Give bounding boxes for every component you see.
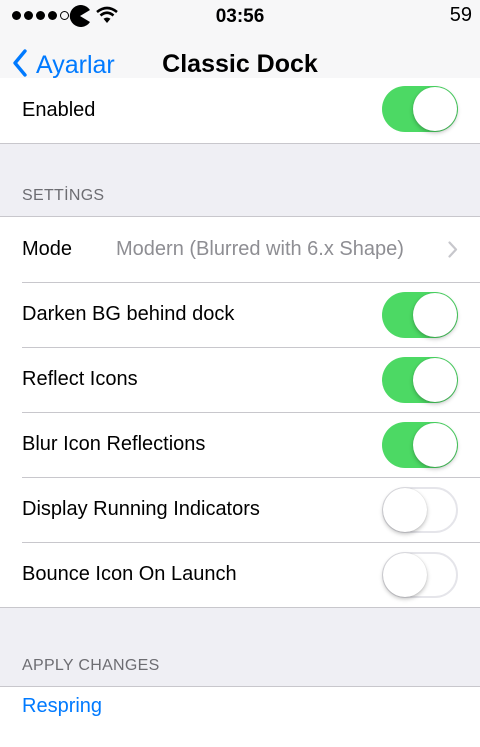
running-indicators-label: Display Running Indicators <box>22 498 260 520</box>
darken-bg-label: Darken BG behind dock <box>22 303 235 325</box>
battery-level: 59 <box>449 4 472 26</box>
status-bar: 03:56 59 <box>0 0 480 32</box>
status-time: 03:56 <box>215 6 265 27</box>
reflect-icons-toggle[interactable] <box>382 357 458 403</box>
darken-bg-toggle[interactable] <box>382 292 458 338</box>
settings-group: Mode Modern (Blurred with 6.x Shape) Dar… <box>0 216 480 608</box>
enabled-group: Enabled <box>0 78 480 144</box>
bounce-icon-toggle[interactable] <box>382 552 458 598</box>
page-title: Classic Dock <box>162 50 318 78</box>
toggle-knob <box>413 87 457 131</box>
bounce-icon-label: Bounce Icon On Launch <box>22 563 237 585</box>
mode-label: Mode <box>22 238 73 260</box>
chevron-right-icon <box>448 241 458 263</box>
reflect-icons-row: Reflect Icons <box>0 347 480 412</box>
running-indicators-toggle[interactable] <box>382 487 458 533</box>
toggle-knob <box>383 488 427 532</box>
mode-value: Modern (Blurred with 6.x Shape) <box>116 238 404 260</box>
mode-row[interactable]: Mode Modern (Blurred with 6.x Shape) <box>0 217 480 282</box>
blur-reflections-row: Blur Icon Reflections <box>0 412 480 477</box>
running-indicators-row: Display Running Indicators <box>0 477 480 542</box>
enabled-toggle[interactable] <box>382 86 458 132</box>
toggle-knob <box>413 358 457 402</box>
toggle-knob <box>413 293 457 337</box>
reflect-icons-label: Reflect Icons <box>22 368 138 390</box>
blur-reflections-toggle[interactable] <box>382 422 458 468</box>
darken-bg-row: Darken BG behind dock <box>0 282 480 347</box>
enabled-label: Enabled <box>22 99 96 121</box>
apply-section-header: APPLY CHANGES <box>22 657 160 674</box>
blur-reflections-label: Blur Icon Reflections <box>22 433 206 455</box>
respring-button[interactable]: Respring <box>22 695 102 718</box>
toggle-knob <box>413 423 457 467</box>
bounce-icon-row: Bounce Icon On Launch <box>0 542 480 607</box>
apply-group: Respring <box>0 686 480 747</box>
enabled-row: Enabled <box>0 78 480 143</box>
settings-section-header: SETTİNGS <box>22 187 105 204</box>
toggle-knob <box>383 553 427 597</box>
